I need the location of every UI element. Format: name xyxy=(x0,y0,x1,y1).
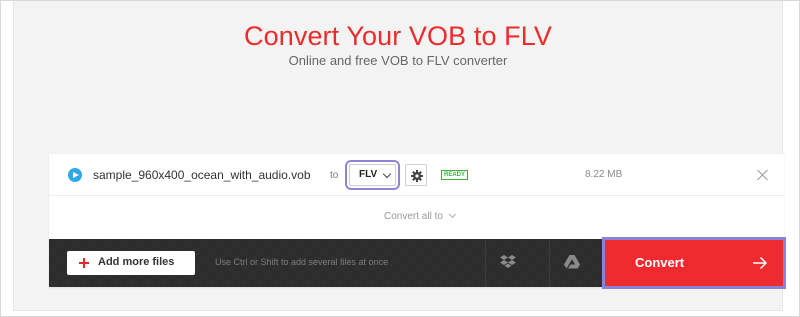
file-card: sample_960x400_ocean_with_audio.vob to F… xyxy=(49,154,786,289)
play-icon xyxy=(68,168,82,182)
settings-button[interactable] xyxy=(405,164,427,186)
chevron-down-icon xyxy=(382,169,392,179)
file-name: sample_960x400_ocean_with_audio.vob xyxy=(93,168,311,182)
converter-page: Convert Your VOB to FLV Online and free … xyxy=(13,1,786,311)
page-subtitle: Online and free VOB to FLV converter xyxy=(288,53,508,68)
gear-icon xyxy=(411,170,423,182)
arrow-right-icon xyxy=(753,256,768,270)
convert-button[interactable]: Convert xyxy=(602,237,786,289)
google-drive-button[interactable] xyxy=(549,239,601,287)
screenshot-frame: Convert Your VOB to FLV Online and free … xyxy=(0,0,800,317)
format-select[interactable]: FLV xyxy=(345,160,400,190)
add-more-files-button[interactable]: Add more files xyxy=(67,251,195,275)
add-more-files-label: Add more files xyxy=(98,256,175,268)
multi-select-hint: Use Ctrl or Shift to add several files a… xyxy=(215,257,389,267)
status-badge: READY xyxy=(441,170,469,180)
convert-all-dropdown[interactable]: Convert all to xyxy=(384,210,456,222)
dropbox-button[interactable] xyxy=(485,239,528,287)
action-toolbar: Add more files Use Ctrl or Shift to add … xyxy=(49,237,786,289)
close-icon[interactable] xyxy=(757,169,768,180)
google-drive-icon xyxy=(564,255,580,269)
file-row: sample_960x400_ocean_with_audio.vob to F… xyxy=(49,154,784,196)
page-title: Convert Your VOB to FLV xyxy=(244,21,552,51)
format-value: FLV xyxy=(359,169,378,180)
to-label: to xyxy=(330,170,339,181)
convert-label: Convert xyxy=(635,255,685,270)
chevron-down-icon xyxy=(448,210,456,219)
convert-all-label: Convert all to xyxy=(384,211,443,222)
dropbox-icon xyxy=(500,255,516,268)
plus-icon xyxy=(79,258,89,268)
convert-all-row: Convert all to xyxy=(49,197,784,239)
file-size: 8.22 MB xyxy=(585,169,623,180)
